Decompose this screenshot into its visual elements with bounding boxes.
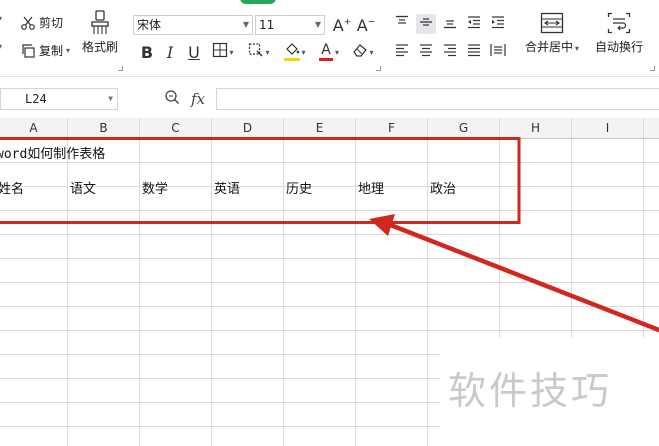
format-painter-label: 格式刷 [82,40,119,54]
insert-function-button[interactable]: fx [188,89,208,109]
active-tab-indicator [240,0,276,4]
increase-font-size-button[interactable]: A+ [332,15,352,35]
wrap-text-label: 自动换行 [595,40,644,54]
paste-dropdown-arrow[interactable]: ▾ [0,14,2,23]
merge-center-button[interactable]: 合并居中 ▾ [525,12,579,55]
font-name-select[interactable]: 宋体 ▼ [133,15,253,35]
align-middle-icon [419,15,433,33]
fill-color-button[interactable]: ▾ [280,42,310,62]
italic-button[interactable]: I [160,42,180,62]
paste-arrow-2[interactable]: ▾ [0,42,2,51]
merge-center-label: 合并居中 [525,40,574,54]
header-cell-name[interactable]: 姓名 [0,178,24,197]
align-center-button[interactable] [416,42,436,62]
header-cell-chinese[interactable]: 语文 [70,178,96,197]
header-cell-politics[interactable]: 政治 [430,178,456,197]
magnifier-icon [164,89,180,109]
copy-button[interactable]: 复制 ▾ [20,42,70,59]
cut-button[interactable]: 剪切 [20,14,63,31]
outdent-icon [467,15,481,33]
distributed-align-icon [490,43,506,61]
borders-button[interactable]: ▾ [208,42,238,62]
ribbon-toolbar: ▾ 剪切 ▾ 复制 ▾ 格式刷 宋体 ▼ 11 ▼ A+ A− B I U ▾ … [0,0,659,77]
formula-input[interactable] [216,88,659,110]
brush-icon [89,10,111,36]
align-middle-button[interactable] [416,14,436,34]
wrap-text-button[interactable]: 自动换行 [595,12,643,55]
decrease-font-size-button[interactable]: A− [356,15,376,35]
font-group-launcher[interactable] [376,66,381,71]
cell-style-button[interactable]: ▾ [244,42,274,62]
align-center-icon [419,43,433,61]
font-color-button[interactable]: A ▾ [314,42,344,62]
header-cell-geography[interactable]: 地理 [358,178,384,197]
column-header-f[interactable]: F [356,118,427,138]
chevron-down-icon: ▼ [108,94,113,103]
zoom-function-button[interactable] [162,89,182,109]
underline-icon: U [188,42,200,62]
header-cell-history[interactable]: 历史 [286,178,312,197]
increase-indent-button[interactable] [488,14,508,34]
bold-button[interactable]: B [137,42,157,62]
wrap-text-icon [607,12,631,34]
name-box[interactable]: L24 ▼ [0,88,118,110]
alignment-group-launcher[interactable] [650,66,655,71]
align-top-icon [395,15,409,33]
underline-button[interactable]: U [184,42,204,62]
header-cell-math[interactable]: 数学 [142,178,168,197]
column-header-e[interactable]: E [284,118,355,138]
chevron-down-icon: ▼ [314,20,321,29]
align-right-button[interactable] [440,42,460,62]
align-bottom-button[interactable] [440,14,460,34]
title-cell[interactable]: word如何制作表格 [0,143,105,162]
clear-format-button[interactable]: ▾ [348,42,378,62]
bold-icon: B [140,42,154,62]
align-top-button[interactable] [392,14,412,34]
justify-button[interactable] [464,42,484,62]
justify-icon [467,43,481,61]
column-header-d[interactable]: D [212,118,283,138]
font-size-value: 11 [259,18,275,32]
chevron-down-icon: ▼ [242,20,249,29]
copy-icon [20,43,36,59]
italic-icon: I [166,42,174,62]
eraser-icon [352,43,368,61]
align-bottom-icon [443,15,457,33]
scissors-icon [20,15,36,31]
column-header-g[interactable]: G [428,118,499,138]
indent-icon [491,15,505,33]
header-cell-english[interactable]: 英语 [214,178,240,197]
cut-label: 剪切 [39,16,64,30]
clipboard-group-launcher[interactable] [118,66,123,71]
column-header-b[interactable]: B [68,118,139,138]
cell-style-icon [248,42,264,62]
name-box-value: L24 [25,92,47,106]
decrease-indent-button[interactable] [464,14,484,34]
font-name-value: 宋体 [137,18,162,32]
format-painter-button[interactable]: 格式刷 [82,10,118,55]
copy-label: 复制 [39,44,64,58]
font-grow-icon: A+ [332,15,352,35]
font-color-icon: A [318,43,333,61]
watermark-text: 软件技巧 [448,369,613,413]
column-header-h[interactable]: H [500,118,571,138]
borders-icon [212,42,228,62]
distributed-align-button[interactable] [488,42,508,62]
font-size-select[interactable]: 11 ▼ [255,15,325,35]
merge-cells-icon [540,12,564,34]
fx-label: fx [190,90,205,108]
align-left-icon [395,43,409,61]
column-header-a[interactable]: A [0,118,67,138]
font-shrink-icon: A− [356,15,376,35]
align-left-button[interactable] [392,42,412,62]
column-header-i[interactable]: I [572,118,643,138]
paint-bucket-icon [284,43,301,61]
align-right-icon [443,43,457,61]
column-header-c[interactable]: C [140,118,211,138]
